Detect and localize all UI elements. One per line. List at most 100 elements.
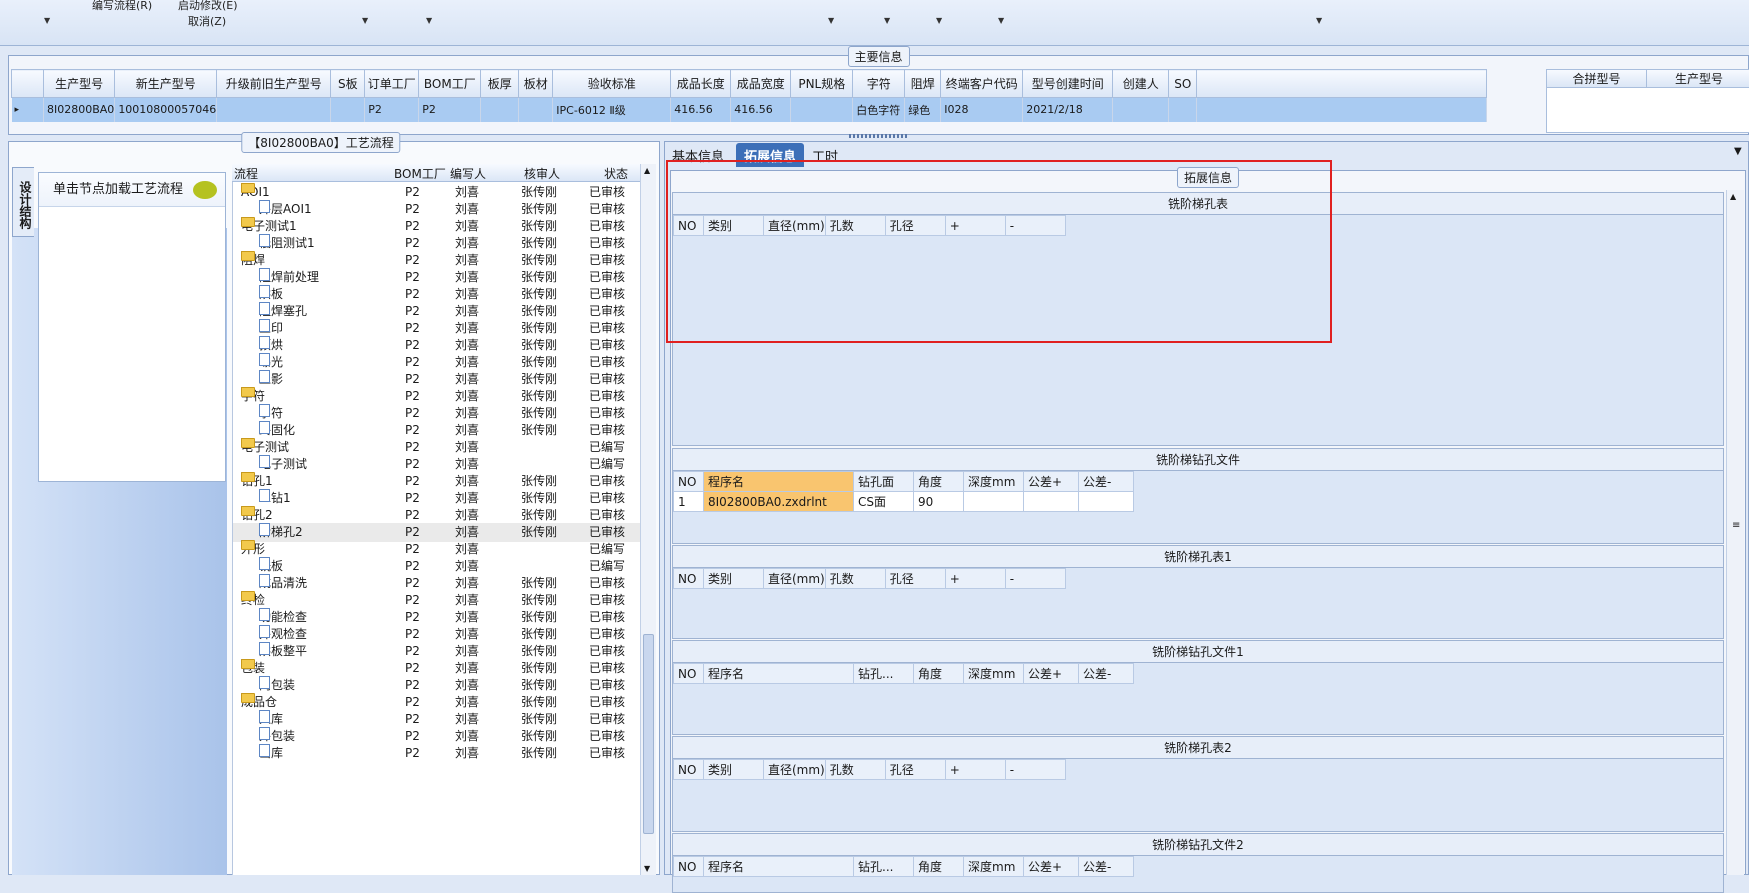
- table-cell[interactable]: [790, 97, 854, 122]
- merge-col-header[interactable]: 合拼型号: [1547, 70, 1647, 87]
- grid-column-header[interactable]: 公差-: [1078, 471, 1134, 492]
- column-header[interactable]: 型号创建时间: [1022, 69, 1114, 98]
- dropdown-arrow-icon[interactable]: ▼: [44, 16, 50, 25]
- table-cell[interactable]: [1168, 97, 1198, 122]
- table-cell[interactable]: P2: [364, 97, 420, 122]
- grid-column-header[interactable]: 钻孔...: [853, 663, 914, 684]
- table-cell[interactable]: 绿色: [904, 97, 942, 122]
- grid-column-header[interactable]: NO: [673, 568, 704, 589]
- grid-column-header[interactable]: 程序名: [703, 663, 854, 684]
- grid-column-header[interactable]: 直径(mm): [763, 568, 826, 589]
- grid-column-header[interactable]: 角度: [913, 856, 964, 877]
- grid-column-header[interactable]: NO: [673, 471, 704, 492]
- table-cell[interactable]: [330, 97, 366, 122]
- merge-col-header[interactable]: 生产型号: [1647, 70, 1749, 87]
- grid-column-header[interactable]: 深度mm: [963, 663, 1024, 684]
- tree-col-header[interactable]: 核审人: [524, 165, 560, 182]
- menu-start-modify[interactable]: 启动修改(E): [178, 0, 238, 13]
- grid-column-header[interactable]: 钻孔面: [853, 471, 914, 492]
- grid-column-header[interactable]: NO: [673, 759, 704, 780]
- menu-cancel[interactable]: 取消(Z): [188, 13, 226, 29]
- tree-row[interactable]: 出库 P2 刘喜 张传刚 已审核: [233, 744, 656, 763]
- column-header[interactable]: BOM工厂: [418, 69, 482, 98]
- tab-menu-icon[interactable]: ▼: [1734, 146, 1742, 157]
- grid-cell[interactable]: 1: [673, 491, 704, 512]
- column-header[interactable]: 成品宽度: [730, 69, 792, 98]
- column-header[interactable]: 成品长度: [670, 69, 732, 98]
- grid-cell[interactable]: 90: [913, 491, 964, 512]
- grid-column-header[interactable]: NO: [673, 856, 704, 877]
- scroll-up-icon[interactable]: ▲: [644, 166, 650, 175]
- column-header[interactable]: 板材: [518, 69, 554, 98]
- grid-column-header[interactable]: 孔数: [824, 759, 886, 780]
- grid-column-header[interactable]: 直径(mm): [763, 759, 826, 780]
- grid-column-header[interactable]: 公差-: [1078, 856, 1134, 877]
- menu-edit-flow[interactable]: 编写流程(R): [92, 0, 152, 13]
- grid-column-header[interactable]: 孔径: [884, 568, 946, 589]
- scroll-thumb[interactable]: [643, 634, 654, 834]
- column-header[interactable]: S板: [330, 69, 366, 98]
- table-cell[interactable]: IPC-6012 Ⅱ级: [552, 97, 672, 122]
- grid-column-header[interactable]: +: [944, 759, 1006, 780]
- scroll-down-icon[interactable]: ▼: [644, 864, 650, 873]
- grid-column-header[interactable]: -: [1004, 759, 1066, 780]
- dropdown-arrow-icon[interactable]: ▼: [884, 16, 890, 25]
- grid-column-header[interactable]: +: [944, 568, 1006, 589]
- table-cell[interactable]: 416.56: [730, 97, 792, 122]
- table-cell[interactable]: 10010800057046: [114, 97, 218, 122]
- table-cell[interactable]: [480, 97, 520, 122]
- grid-column-header[interactable]: -: [1004, 568, 1066, 589]
- dropdown-arrow-icon[interactable]: ▼: [362, 16, 368, 25]
- column-header[interactable]: 板厚: [480, 69, 520, 98]
- row-indicator[interactable]: ▸: [11, 97, 44, 122]
- grid-column-header[interactable]: 公差+: [1023, 471, 1079, 492]
- column-header[interactable]: SO: [1168, 69, 1198, 98]
- tree-col-header[interactable]: 编写人: [450, 165, 486, 182]
- tree-col-header[interactable]: BOM工厂: [394, 165, 446, 182]
- column-header[interactable]: 字符: [852, 69, 906, 98]
- design-structure-tab[interactable]: 设计结构: [12, 167, 34, 237]
- dropdown-arrow-icon[interactable]: ▼: [998, 16, 1004, 25]
- column-header[interactable]: 升级前旧生产型号: [216, 69, 332, 98]
- grid-column-header[interactable]: 类别: [703, 568, 764, 589]
- table-cell[interactable]: 2021/2/18: [1022, 97, 1114, 122]
- grid-cell[interactable]: 8I02800BA0.zxdrlnt: [703, 491, 854, 512]
- grid-column-header[interactable]: 角度: [913, 663, 964, 684]
- dropdown-arrow-icon[interactable]: ▼: [936, 16, 942, 25]
- column-header[interactable]: 生产型号: [42, 69, 116, 98]
- table-cell[interactable]: P2: [418, 97, 482, 122]
- table-cell[interactable]: 白色字符: [852, 97, 906, 122]
- grid-column-header[interactable]: 钻孔...: [853, 856, 914, 877]
- table-cell[interactable]: 8I02800BA0: [43, 97, 116, 122]
- table-cell[interactable]: 416.56: [670, 97, 732, 122]
- scroll-grip-icon[interactable]: ≡: [1732, 520, 1740, 531]
- splitter-grip[interactable]: [849, 134, 909, 138]
- grid-cell[interactable]: [1023, 491, 1079, 512]
- scroll-up-icon[interactable]: ▲: [1730, 192, 1736, 201]
- tree-col-header[interactable]: 状态: [604, 165, 628, 182]
- grid-cell[interactable]: [1078, 491, 1134, 512]
- grid-column-header[interactable]: NO: [673, 663, 704, 684]
- dropdown-arrow-icon[interactable]: ▼: [426, 16, 432, 25]
- column-header[interactable]: 订单工厂: [364, 69, 420, 98]
- table-cell[interactable]: I028: [940, 97, 1024, 122]
- grid-column-header[interactable]: 孔数: [824, 568, 886, 589]
- column-header[interactable]: 新生产型号: [114, 69, 218, 98]
- grid-column-header[interactable]: 角度: [913, 471, 964, 492]
- dropdown-arrow-icon[interactable]: ▼: [828, 16, 834, 25]
- column-header[interactable]: 阻焊: [904, 69, 942, 98]
- column-header[interactable]: 验收标准: [552, 69, 672, 98]
- table-cell[interactable]: [1112, 97, 1170, 122]
- ext-scrollbar[interactable]: ▲ ≡: [1726, 190, 1744, 875]
- grid-column-header[interactable]: 程序名: [703, 856, 854, 877]
- grid-cell[interactable]: [963, 491, 1024, 512]
- grid-cell[interactable]: CS面: [853, 491, 914, 512]
- grid-column-header[interactable]: 深度mm: [963, 471, 1024, 492]
- tree-scrollbar[interactable]: ▲ ▼: [640, 164, 656, 875]
- column-header[interactable]: 创建人: [1112, 69, 1170, 98]
- grid-column-header[interactable]: 类别: [703, 759, 764, 780]
- column-header[interactable]: PNL规格: [790, 69, 854, 98]
- grid-column-header[interactable]: 公差+: [1023, 856, 1079, 877]
- grid-column-header[interactable]: 程序名: [703, 471, 854, 492]
- table-cell[interactable]: [216, 97, 332, 122]
